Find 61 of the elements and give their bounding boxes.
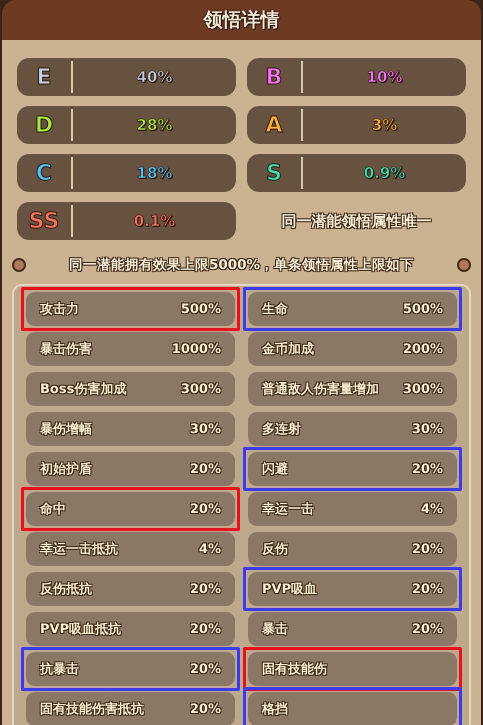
attribute-value: 20%	[412, 582, 443, 596]
attribute-value: 20%	[190, 662, 221, 676]
attribute-value: 30%	[412, 422, 443, 436]
grade-letter: D	[34, 112, 54, 138]
attribute-name: 多连射	[262, 421, 301, 438]
attribute-value: 20%	[412, 542, 443, 556]
attribute-name: Boss伤害加成	[40, 380, 126, 398]
grade-rate: 10%	[366, 68, 404, 86]
dot-icon	[12, 258, 26, 272]
attribute-name: PVP吸血	[262, 581, 318, 598]
dot-icon	[456, 258, 471, 272]
attribute-name: 幸运一击抵抗	[40, 541, 118, 558]
attribute-value: 1000%	[172, 342, 221, 356]
attribute-value: 200%	[402, 342, 443, 356]
attribute-name: PVP吸血抵抗	[40, 621, 122, 638]
attribute-name: 暴击	[262, 621, 288, 638]
attribute-value: 300%	[180, 382, 221, 396]
grade-rate: 28%	[136, 116, 174, 134]
grade-rate: 0.1%	[132, 212, 176, 230]
attribute-value: 20%	[190, 582, 221, 596]
grade-letter: E	[35, 64, 53, 90]
attribute-name: 反伤抵抗	[40, 581, 92, 598]
attribute-name: 暴伤增幅	[40, 421, 92, 438]
attribute-name: 反伤	[262, 541, 288, 558]
grade-letter: S	[265, 160, 283, 186]
grade-letter: B	[264, 64, 284, 90]
limit-note: 同一潜能拥有效果上限5000%，单条领悟属性上限如下	[68, 256, 414, 274]
grade-letter: A	[264, 112, 284, 138]
attribute-value: 4%	[198, 542, 221, 556]
unique-note: 同一潜能领悟属性唯一	[282, 212, 432, 230]
grade-rate: 18%	[136, 164, 174, 182]
attribute-name: 固有技能伤害抵抗	[40, 700, 144, 718]
attribute-name: 初始护盾	[40, 460, 92, 478]
attribute-name: 固有技能伤	[262, 661, 327, 678]
attribute-value: 20%	[412, 622, 443, 636]
attribute-name: 金币加成	[262, 340, 314, 358]
attribute-value: 20%	[190, 622, 221, 636]
attribute-name: 生命	[262, 301, 288, 318]
attribute-name: 闪避	[262, 460, 288, 478]
attribute-value: 4%	[420, 502, 443, 516]
attribute-name: 命中	[40, 501, 66, 518]
grade-letter: SS	[28, 208, 60, 234]
attribute-value: 500%	[402, 302, 443, 316]
window-title: 领悟详情	[204, 8, 280, 33]
attribute-value: 300%	[402, 382, 443, 396]
grade-rate: 40%	[136, 68, 174, 86]
grade-rate: 0.9%	[362, 164, 406, 182]
attribute-name: 暴击伤害	[40, 340, 92, 358]
attribute-value: 30%	[190, 422, 221, 436]
attribute-name: 格挡	[262, 701, 288, 718]
attribute-name: 抗暴击	[40, 661, 79, 678]
attribute-value: 20%	[190, 702, 221, 716]
grade-rate: 3%	[370, 116, 398, 134]
attribute-value: 20%	[412, 462, 443, 476]
attribute-name: 攻击力	[40, 301, 79, 318]
attribute-name: 普通敌人伤害量增加	[262, 380, 379, 398]
attribute-value: 20%	[190, 502, 221, 516]
attribute-value: 500%	[180, 302, 221, 316]
grade-letter: C	[34, 160, 54, 186]
attribute-name: 幸运一击	[262, 501, 314, 518]
attribute-value: 20%	[190, 462, 221, 476]
